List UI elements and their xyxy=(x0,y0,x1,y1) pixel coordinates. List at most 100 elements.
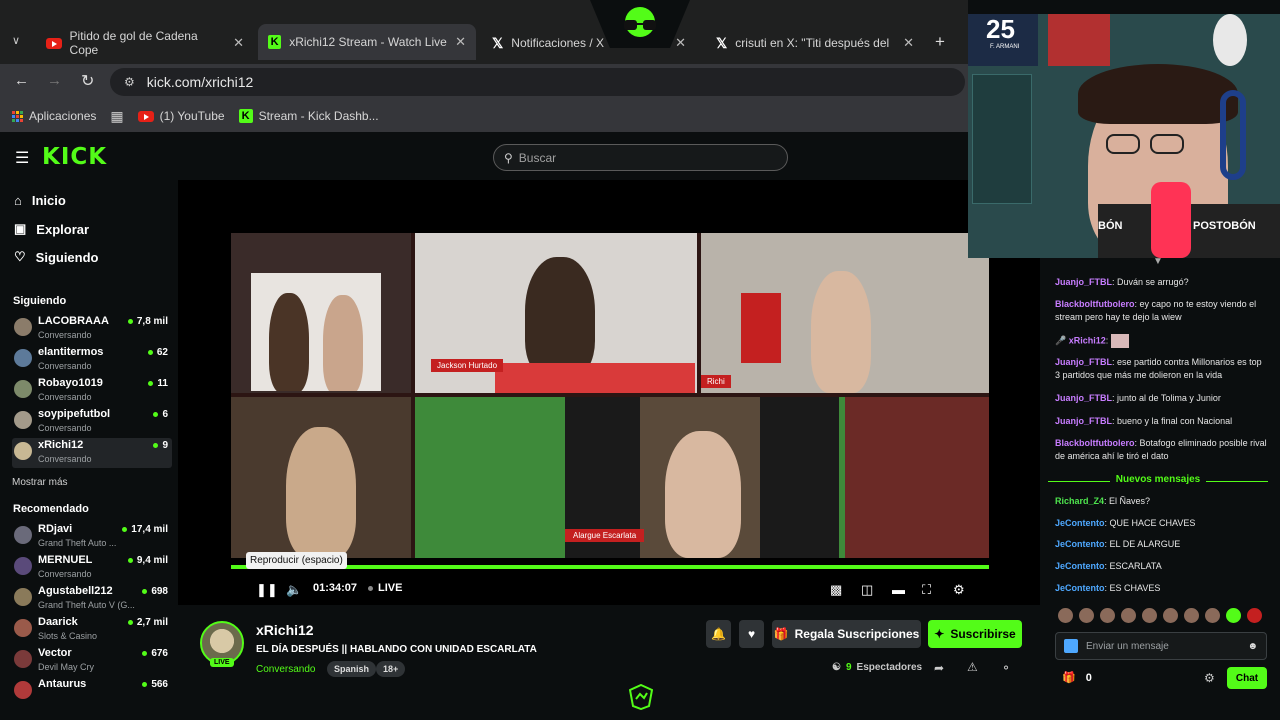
forward-arrow-icon[interactable]: → xyxy=(47,72,62,89)
chat-settings-gear-icon[interactable]: ⚙ xyxy=(1204,671,1215,685)
channel-category: Conversando xyxy=(38,330,92,340)
emote[interactable] xyxy=(1184,608,1199,623)
chat-message: Juanjo_FTBL: bueno y la final con Nacion… xyxy=(1055,416,1233,426)
mic-icon: 🎤 xyxy=(1055,335,1067,346)
recommended-channel[interactable]: Vector Devil May Cry 676 xyxy=(12,646,172,676)
settings-gear-icon[interactable]: ⚙ xyxy=(953,582,965,598)
stream-title: EL DÍA DESPUÉS || HABLANDO CON UNIDAD ES… xyxy=(256,644,537,655)
channel-category: Devil May Cry xyxy=(38,662,95,672)
tab-search-chevron-icon[interactable]: ∨ xyxy=(12,34,20,47)
chat-mode-icon[interactable] xyxy=(1064,639,1078,653)
emote[interactable] xyxy=(1079,608,1094,623)
volume-icon[interactable]: 🔈 xyxy=(286,582,302,598)
points-value: 0 xyxy=(1085,671,1092,684)
viewer-count: ☯ 9 Espectadores xyxy=(832,662,922,673)
nav-label: Inicio xyxy=(31,193,66,208)
channel-category: Conversando xyxy=(38,569,92,579)
clip-icon[interactable]: ◫ xyxy=(861,582,873,598)
tag-age[interactable]: 18+ xyxy=(376,661,406,677)
recommended-channel[interactable]: RDjavi Grand Theft Auto ... 17,4 mil xyxy=(12,522,172,552)
play-tooltip: Reproducir (espacio) xyxy=(246,552,347,569)
emote[interactable] xyxy=(1247,608,1262,623)
recommended-channel[interactable]: Daarick Slots & Casino 2,7 mil xyxy=(12,615,172,645)
close-tab-icon[interactable]: ✕ xyxy=(233,35,244,51)
chevron-down-icon[interactable]: ▼ xyxy=(1153,256,1163,267)
show-more-link[interactable]: Mostrar más xyxy=(12,477,68,488)
bookmark-label: Stream - Kick Dashb... xyxy=(258,109,379,123)
browser-tab-kick[interactable]: K xRichi12 Stream - Watch Live o ✕ xyxy=(258,24,476,60)
bookmark-kick-dashboard[interactable]: K Stream - Kick Dashb... xyxy=(238,109,379,123)
emote[interactable] xyxy=(1163,608,1178,623)
picture-in-picture-icon[interactable]: ▩ xyxy=(830,582,842,598)
emote[interactable] xyxy=(1226,608,1241,623)
bookmark-apps[interactable]: Aplicaciones xyxy=(12,109,96,123)
share-icon[interactable]: ➦ xyxy=(934,661,944,675)
emoji-icon[interactable]: ☻ xyxy=(1247,641,1258,652)
bookmark-youtube[interactable]: (1) YouTube xyxy=(137,109,225,123)
back-arrow-icon[interactable]: ← xyxy=(14,72,29,89)
channel-name[interactable]: xRichi12 xyxy=(256,622,314,638)
reload-icon[interactable]: ↻ xyxy=(81,71,94,91)
tab-title: Pitido de gol de Cadena Cope xyxy=(69,29,198,57)
recommended-channel[interactable]: Agustabell212 Grand Theft Auto V (G... 6… xyxy=(12,584,172,614)
heart-icon: ♡ xyxy=(14,249,26,264)
grid-icon[interactable]: ▦ xyxy=(110,108,123,125)
new-messages-label[interactable]: Nuevos mensajes xyxy=(1048,474,1268,485)
subscribe-button[interactable]: ✦ Suscribirse xyxy=(928,620,1022,648)
emote[interactable] xyxy=(1058,608,1073,623)
emote[interactable] xyxy=(1142,608,1157,623)
following-channel[interactable]: LACOBRAAA Conversando 7,8 mil xyxy=(12,314,172,344)
bell-icon: 🔔 xyxy=(711,627,726,641)
close-tab-icon[interactable]: ✕ xyxy=(675,35,686,51)
browse-icon: ▣ xyxy=(14,221,27,236)
following-channel-selected[interactable]: xRichi12 Conversando 9 xyxy=(12,438,172,468)
nav-explorar[interactable]: ▣ Explorar xyxy=(14,221,89,237)
emote[interactable] xyxy=(1205,608,1220,623)
following-channel[interactable]: soypipefutbol Conversando 6 xyxy=(12,407,172,437)
recommended-channel[interactable]: MERNUEL Conversando 9,4 mil xyxy=(12,553,172,583)
video-frame[interactable]: Jackson Hurtado Richi Alargue Escarlata xyxy=(231,233,989,558)
browser-tab-bar: ∨ Pitido de gol de Cadena Cope ✕ K xRich… xyxy=(0,0,968,64)
close-tab-icon[interactable]: ✕ xyxy=(903,35,914,51)
nav-inicio[interactable]: ⌂ Inicio xyxy=(14,193,66,208)
chat-input-placeholder: Enviar un mensaje xyxy=(1086,640,1169,652)
gift-subscriptions-button[interactable]: 🎁 Regala Suscripciones xyxy=(772,620,921,648)
menu-hamburger-icon[interactable]: ☰ xyxy=(15,148,29,168)
stream-category[interactable]: Conversando xyxy=(256,664,315,675)
channel-points[interactable]: 🎁 0 xyxy=(1062,671,1092,685)
browser-tab-youtube[interactable]: Pitido de gol de Cadena Cope ✕ xyxy=(36,28,254,58)
emote[interactable] xyxy=(1121,608,1136,623)
pause-button[interactable]: ❚❚ xyxy=(256,582,278,598)
nav-siguiendo[interactable]: ♡ Siguiendo xyxy=(14,249,99,265)
kick-logo[interactable]: KICK xyxy=(42,144,107,170)
youtube-icon xyxy=(46,37,62,49)
url-text: kick.com/xrichi12 xyxy=(146,74,254,90)
chat-message-input[interactable]: Enviar un mensaje ☻ xyxy=(1055,632,1267,660)
follow-heart-button[interactable]: ♥ xyxy=(739,620,764,648)
following-channel[interactable]: elantitermos Conversando 62 xyxy=(12,345,172,375)
theater-mode-icon[interactable]: ▬ xyxy=(892,582,905,597)
avatar xyxy=(14,619,32,637)
fullscreen-icon[interactable]: ⛶ xyxy=(922,582,931,598)
framed-jersey: 25 F. ARMANI xyxy=(968,14,1038,66)
site-settings-icon[interactable]: ⚙ xyxy=(124,75,135,89)
avatar xyxy=(14,681,32,699)
tag-language[interactable]: Spanish xyxy=(327,661,377,677)
recommended-channel[interactable]: Antaurus 566 xyxy=(12,677,172,699)
emote[interactable] xyxy=(1100,608,1115,623)
live-indicator: LIVE xyxy=(368,582,402,594)
tab-title: xRichi12 Stream - Watch Live o xyxy=(289,35,448,49)
poster-board xyxy=(972,74,1032,204)
chat-message: 🎤 xRichi12: xyxy=(1055,334,1267,348)
close-tab-icon[interactable]: ✕ xyxy=(455,34,466,50)
new-tab-icon[interactable]: + xyxy=(935,32,945,52)
address-bar[interactable]: ⚙ kick.com/xrichi12 xyxy=(110,68,965,96)
more-options-icon[interactable]: ⚬ xyxy=(1001,661,1011,675)
search-input[interactable]: ⚲ Buscar xyxy=(493,144,788,171)
browser-tab-x-crisuti[interactable]: 𝕏 crisuti en X: "Titi después del co ✕ xyxy=(706,28,924,58)
report-warning-icon[interactable]: ⚠ xyxy=(967,660,978,674)
notifications-bell-button[interactable]: 🔔 xyxy=(706,620,731,648)
star-icon: ✦ xyxy=(934,627,945,641)
following-channel[interactable]: Robayo1019 Conversando 11 xyxy=(12,376,172,406)
chat-send-button[interactable]: Chat xyxy=(1227,667,1267,689)
